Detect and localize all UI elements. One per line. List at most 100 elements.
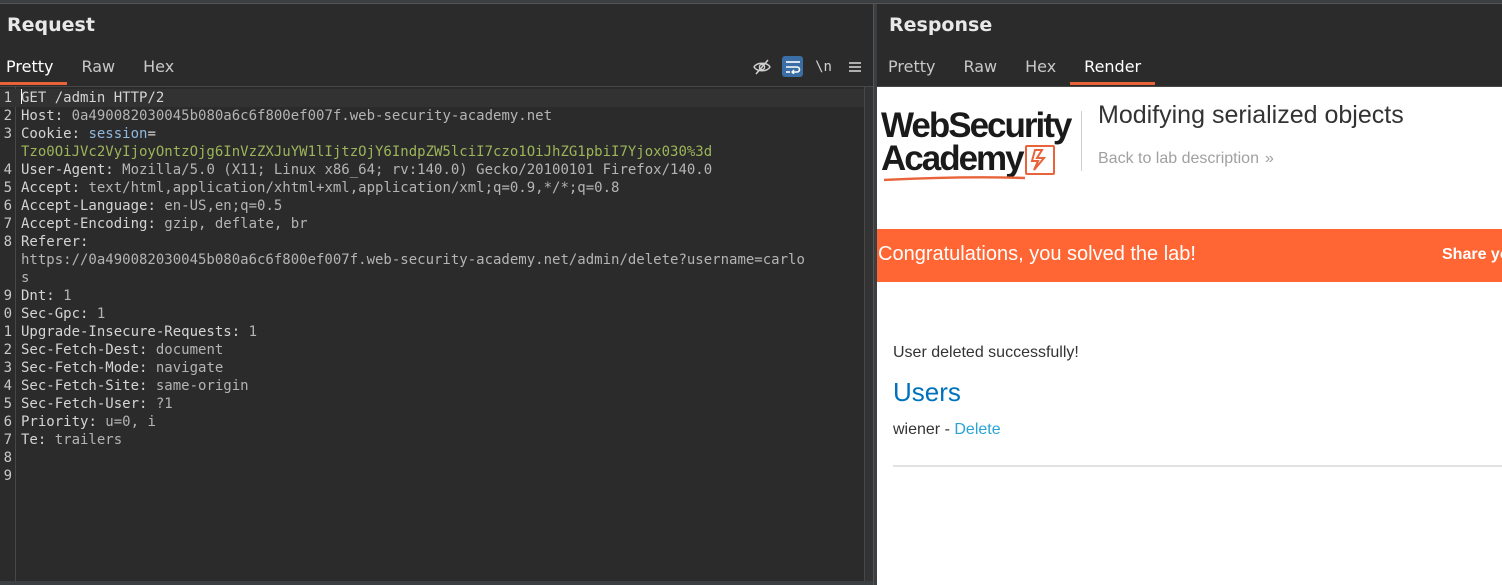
response-tab-pretty[interactable]: Pretty	[874, 50, 949, 85]
request-tab-raw[interactable]: Raw	[67, 50, 129, 85]
code-line: 7 Accept-Encoding: gzip, deflate, br	[0, 215, 864, 233]
code-line: 5 Sec-Fetch-User: ?1	[0, 395, 864, 413]
solved-message: Congratulations, you solved the lab!	[878, 243, 1196, 265]
line-text: Accept-Language: en-US,en;q=0.5	[21, 197, 282, 215]
header-name: Accept	[21, 180, 72, 196]
response-tab-raw[interactable]: Raw	[949, 50, 1011, 85]
header-value: text/html,application/xhtml+xml,applicat…	[88, 180, 620, 196]
header-separator: :	[231, 324, 249, 340]
header-value: 1	[63, 288, 72, 304]
header-name: Dnt	[21, 288, 47, 304]
line-text: Upgrade-Insecure-Requests: 1	[21, 323, 257, 341]
line-number: 3	[3, 360, 12, 376]
line-text: Accept: text/html,application/xhtml+xml,…	[21, 179, 619, 197]
hamburger-menu-icon[interactable]	[844, 56, 865, 77]
code-line: 8 Referer:	[0, 233, 864, 251]
code-line: https://0a490082030045b080a6c6f800ef007f…	[0, 251, 864, 269]
user-name: wiener -	[893, 421, 955, 438]
response-tab-render[interactable]: Render	[1070, 50, 1156, 85]
line-number: 9	[3, 468, 12, 484]
header-value: 1	[96, 306, 106, 322]
line-number: 9	[3, 288, 12, 304]
bottom-border	[0, 581, 873, 585]
line-text: Te: trailers	[21, 431, 122, 449]
header-value: same-origin	[155, 378, 249, 394]
header-separator: :	[139, 360, 156, 376]
double-chevron-right-icon: »	[1264, 150, 1274, 167]
header-value: navigate	[155, 360, 224, 376]
header-name: User-Agent	[21, 162, 106, 178]
line-number: 7	[3, 216, 12, 232]
line-text: GET /admin HTTP/2	[21, 89, 164, 107]
line-text: Sec-Gpc: 1	[21, 305, 105, 323]
user-row: wiener - Delete	[893, 421, 1001, 439]
line-number: 4	[3, 162, 12, 178]
line-text: User-Agent: Mozilla/5.0 (X11; Linux x86_…	[21, 161, 712, 179]
code-line: 9 Dnt: 1	[0, 287, 864, 305]
newline-toggle[interactable]: \n	[813, 56, 834, 77]
request-title: Request	[7, 14, 95, 36]
line-text: Cookie: session=	[21, 125, 156, 143]
code-line: 4 Sec-Fetch-Site: same-origin	[0, 377, 864, 395]
lab-title: Modifying serialized objects	[1098, 101, 1404, 129]
line-text: Accept-Encoding: gzip, deflate, br	[21, 215, 308, 233]
header-separator: :	[105, 162, 123, 178]
request-editor[interactable]: 1 GET /admin HTTP/2 2 Host: 0a490082030045b…	[0, 87, 864, 581]
header-separator: :	[147, 198, 165, 214]
header-separator: :	[80, 306, 97, 322]
line-number: 1	[3, 90, 12, 106]
header-separator	[1081, 111, 1082, 171]
code-line: 4 User-Agent: Mozilla/5.0 (X11; Linux x86…	[0, 161, 864, 179]
line-number: 2	[3, 342, 12, 358]
line-number: 8	[3, 234, 12, 250]
code-line: 1 Upgrade-Insecure-Requests: 1	[0, 323, 864, 341]
logo-swoosh-icon	[883, 176, 1026, 182]
back-link-label: Back to lab description	[1098, 150, 1259, 167]
logo-line1: WebSecurity	[881, 106, 1072, 145]
request-code[interactable]: 1 GET /admin HTTP/2 2 Host: 0a490082030045b…	[0, 89, 864, 485]
code-line: 6 Accept-Language: en-US,en;q=0.5	[0, 197, 864, 215]
header-name: Cookie	[21, 126, 72, 142]
line-number: 8	[3, 450, 12, 466]
code-line: s	[0, 269, 864, 287]
code-line: 1 GET /admin HTTP/2	[0, 89, 864, 107]
request-tab-hex[interactable]: Hex	[129, 50, 188, 85]
code-line: 3 Sec-Fetch-Mode: navigate	[0, 359, 864, 377]
header-separator: :	[54, 108, 72, 124]
response-tab-hex[interactable]: Hex	[1011, 50, 1070, 85]
editor-scrollbar[interactable]	[864, 87, 873, 581]
request-toolbar: \n	[751, 56, 865, 77]
request-pane: Request Pretty Raw Hex \n 1 GET /admin HT…	[0, 4, 873, 585]
header-separator: :	[139, 378, 156, 394]
line-number: 5	[3, 396, 12, 412]
delete-user-link[interactable]: Delete	[954, 421, 1000, 438]
header-name: GET /admin HTTP/2	[21, 90, 165, 106]
back-to-lab-link[interactable]: Back to lab description »	[1098, 150, 1274, 168]
line-text: Priority: u=0, i	[21, 413, 156, 431]
line-text: Sec-Fetch-Mode: navigate	[21, 359, 223, 377]
header-separator: :	[71, 126, 89, 142]
line-text: Sec-Fetch-Dest: document	[21, 341, 223, 359]
header-name: Accept-Language	[21, 198, 148, 214]
header-value: gzip, deflate, br	[164, 216, 308, 232]
line-number: 7	[3, 432, 12, 448]
header-separator: :	[139, 342, 156, 358]
line-text: Referer:	[21, 233, 88, 251]
response-title: Response	[889, 14, 993, 36]
header-name: Sec-Gpc	[21, 306, 81, 322]
header-value: Mozilla/5.0 (X11; Linux x86_64; rv:140.0…	[122, 162, 713, 178]
word-wrap-icon[interactable]	[782, 56, 803, 77]
line-text: Host: 0a490082030045b080a6c6f800ef007f.w…	[21, 107, 552, 125]
rendered-page: WebSecurity Academy Modifying serialized…	[877, 87, 1502, 585]
header-separator: :	[37, 432, 55, 448]
header-separator: :	[147, 216, 165, 232]
line-text: s	[21, 269, 29, 287]
header-name: Sec-Fetch-Site	[21, 378, 140, 394]
line-number: 3	[3, 126, 12, 142]
request-tab-pretty[interactable]: Pretty	[0, 50, 68, 85]
code-line: 7 Te: trailers	[0, 431, 864, 449]
eye-slash-icon[interactable]	[751, 56, 772, 77]
line-number: 5	[3, 180, 12, 196]
line-number: 6	[3, 414, 12, 430]
share-skills-link[interactable]: Share your skills!	[1442, 246, 1502, 264]
